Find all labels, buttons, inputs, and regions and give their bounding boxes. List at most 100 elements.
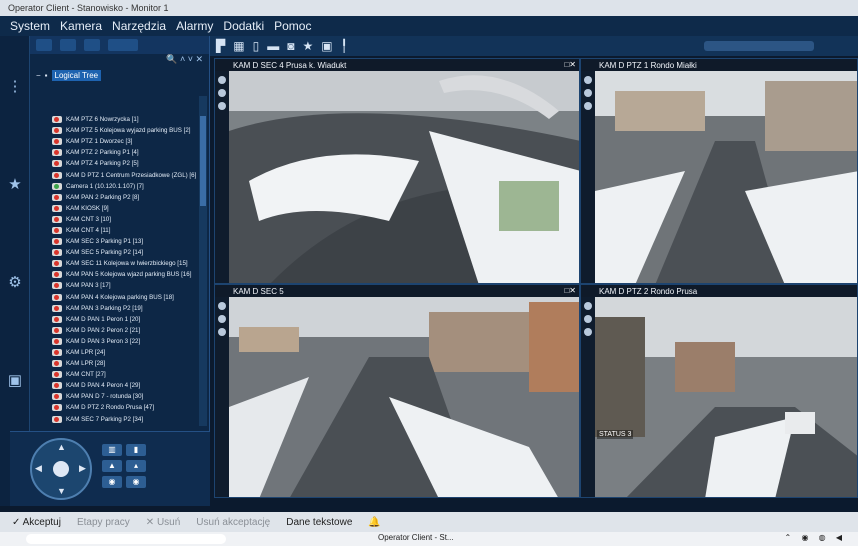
- tile-control-icon[interactable]: [584, 328, 592, 336]
- list-item[interactable]: KAM PTZ 5 Kolejowa wyjazd parking BUS [2…: [30, 125, 200, 136]
- delete-button[interactable]: ✕ Usuń: [146, 517, 181, 528]
- taskbar-search[interactable]: [26, 534, 226, 544]
- menu-dodatki[interactable]: Dodatki: [223, 19, 264, 33]
- tree-search-controls[interactable]: 🔍 ˄ ˅ ✕: [30, 54, 209, 68]
- window-title: Operator Client - Stanowisko - Monitor 1: [8, 3, 169, 13]
- video-tile[interactable]: KAM D SEC 5 □✕: [214, 284, 580, 498]
- settings-icon[interactable]: ⚙: [6, 274, 24, 292]
- tile-control-icon[interactable]: [218, 302, 226, 310]
- tile-title: KAM D PTZ 1 Rondo Miałki: [581, 59, 857, 71]
- close-icon[interactable]: □✕: [564, 286, 576, 295]
- favorites-star-icon[interactable]: ★: [6, 176, 24, 194]
- list-item[interactable]: Camera 1 (10.120.1.107) [7]: [30, 181, 200, 192]
- list-item[interactable]: KAM D PAN 1 Peron 1 [20]: [30, 314, 200, 325]
- list-item[interactable]: KAM SEC 7 Parking P2 [34]: [30, 414, 200, 425]
- monitor-icon[interactable]: ▣: [6, 372, 24, 390]
- tile-control-icon[interactable]: [218, 328, 226, 336]
- list-item[interactable]: KAM PTZ 6 Nowrzycka [1]: [30, 114, 200, 125]
- text-data-button[interactable]: Dane tekstowe: [286, 517, 352, 528]
- logical-tree-icon[interactable]: ⋮: [6, 78, 24, 96]
- video-tile[interactable]: KAM D PTZ 2 Rondo Prusa STATUS 3: [580, 284, 858, 498]
- menu-pomoc[interactable]: Pomoc: [274, 19, 311, 33]
- list-item[interactable]: KAM D PAN 3 Peron 3 [22]: [30, 336, 200, 347]
- volume-slider[interactable]: [108, 39, 138, 51]
- collapse-icon[interactable]: −: [36, 71, 41, 80]
- microphone-icon[interactable]: ╿: [341, 39, 348, 53]
- bookmark-icon[interactable]: ▯: [253, 39, 260, 53]
- menu-narzedzia[interactable]: Narzędzia: [112, 19, 166, 33]
- tile-control-icon[interactable]: [584, 315, 592, 323]
- layout-icon[interactable]: ▛: [216, 39, 225, 53]
- video-tile[interactable]: KAM D SEC 4 Prusa k. Wiadukt □✕: [214, 58, 580, 284]
- focus-button[interactable]: ▮: [126, 444, 146, 456]
- taskbar-app-operator-client[interactable]: Operator Client - St...: [378, 533, 454, 542]
- audio-button[interactable]: [84, 39, 100, 51]
- arrow-up-icon[interactable]: ▲: [57, 442, 66, 452]
- list-item[interactable]: KAM CNT 3 [10]: [30, 214, 200, 225]
- tree-root[interactable]: − ▪ Logical Tree: [30, 68, 209, 83]
- ptz-joystick[interactable]: ▲ ▼ ◀ ▶: [30, 438, 92, 500]
- accept-button[interactable]: ✓ Akceptuj: [12, 517, 61, 528]
- aux2-button[interactable]: ◉: [126, 476, 146, 488]
- playback-timeline[interactable]: [704, 41, 814, 51]
- work-steps-button[interactable]: Etapy pracy: [77, 517, 130, 528]
- list-item[interactable]: KAM D PTZ 2 Rondo Prusa [47]: [30, 402, 200, 413]
- list-item[interactable]: KAM SEC 5 Parking P2 [14]: [30, 247, 200, 258]
- list-item[interactable]: KAM PAN 3 Parking P2 [19]: [30, 303, 200, 314]
- list-item[interactable]: KAM PAN 3 [17]: [30, 280, 200, 291]
- bell-icon[interactable]: 🔔: [368, 517, 380, 528]
- tile-control-icon[interactable]: [218, 315, 226, 323]
- menu-system[interactable]: System: [10, 19, 50, 33]
- list-item[interactable]: KAM PTZ 2 Parking P1 [4]: [30, 147, 200, 158]
- list-item[interactable]: KAM KIOSK [9]: [30, 203, 200, 214]
- tile-control-icon[interactable]: [218, 102, 226, 110]
- tile-control-icon[interactable]: [584, 76, 592, 84]
- aux-button[interactable]: ◉: [102, 476, 122, 488]
- print-icon[interactable]: ▬: [267, 39, 279, 53]
- iris-button[interactable]: ▲: [102, 460, 122, 472]
- tile-control-icon[interactable]: [584, 102, 592, 110]
- zoom-button[interactable]: ▥: [102, 444, 122, 456]
- system-tray-icons[interactable]: ⌃ ◉ ◍ ◀: [785, 533, 846, 542]
- list-item[interactable]: KAM PAN D 7 - rotunda [30]: [30, 391, 200, 402]
- list-item[interactable]: KAM SEC 3 Parking P1 [13]: [30, 236, 200, 247]
- arrow-down-icon[interactable]: ▼: [57, 486, 66, 496]
- tree-scrollbar[interactable]: [199, 96, 207, 426]
- camera-icon: [52, 415, 62, 423]
- arrow-left-icon[interactable]: ◀: [35, 463, 42, 474]
- list-item[interactable]: KAM SEC 11 Kolejowa w Iwierzbickiego [15…: [30, 258, 200, 269]
- ptz-center-button[interactable]: [53, 461, 69, 477]
- camera-icon: [52, 116, 62, 124]
- video-tile[interactable]: KAM D PTZ 1 Rondo Miałki: [580, 58, 858, 284]
- list-item[interactable]: KAM PTZ 4 Parking P2 [5]: [30, 158, 200, 169]
- star-icon[interactable]: ★: [302, 39, 313, 53]
- list-item[interactable]: KAM LPR [28]: [30, 358, 200, 369]
- forward-button[interactable]: [60, 39, 76, 51]
- menu-kamera[interactable]: Kamera: [60, 19, 102, 33]
- tile-control-icon[interactable]: [584, 89, 592, 97]
- list-item[interactable]: KAM LPR [24]: [30, 347, 200, 358]
- grid-icon[interactable]: ▦: [233, 39, 244, 53]
- menu-alarmy[interactable]: Alarmy: [176, 19, 213, 33]
- list-item[interactable]: KAM CNT 4 [11]: [30, 225, 200, 236]
- tile-control-icon[interactable]: [584, 302, 592, 310]
- arrow-right-icon[interactable]: ▶: [79, 463, 86, 474]
- close-icon[interactable]: □✕: [564, 60, 576, 69]
- scrollbar-thumb[interactable]: [200, 116, 206, 206]
- preset-button[interactable]: ▴: [126, 460, 146, 472]
- list-item[interactable]: KAM D PAN 4 Peron 4 [29]: [30, 380, 200, 391]
- list-item[interactable]: KAM D PTZ 1 Centrum Przesiadkowe (ZGL) […: [30, 169, 200, 180]
- list-item[interactable]: KAM PTZ 1 Dworzec [3]: [30, 136, 200, 147]
- remove-acceptance-button[interactable]: Usuń akceptację: [196, 517, 270, 528]
- list-item[interactable]: KAM PAN 2 Parking P2 [8]: [30, 192, 200, 203]
- tree-view-button[interactable]: [36, 39, 52, 51]
- list-item[interactable]: KAM D PAN 2 Peron 2 [21]: [30, 325, 200, 336]
- fullscreen-icon[interactable]: ▣: [321, 39, 332, 53]
- list-item[interactable]: KAM CNT [27]: [30, 369, 200, 380]
- list-item[interactable]: KAM PAN 5 Kolejowa wjazd parking BUS [16…: [30, 269, 200, 280]
- camera-snapshot-icon[interactable]: ◙: [287, 39, 294, 53]
- tile-control-icon[interactable]: [218, 76, 226, 84]
- tile-control-icon[interactable]: [218, 89, 226, 97]
- list-item[interactable]: KAM PAN 4 Kolejowa parking BUS [18]: [30, 292, 200, 303]
- window-title-bar: Operator Client - Stanowisko - Monitor 1: [0, 0, 858, 16]
